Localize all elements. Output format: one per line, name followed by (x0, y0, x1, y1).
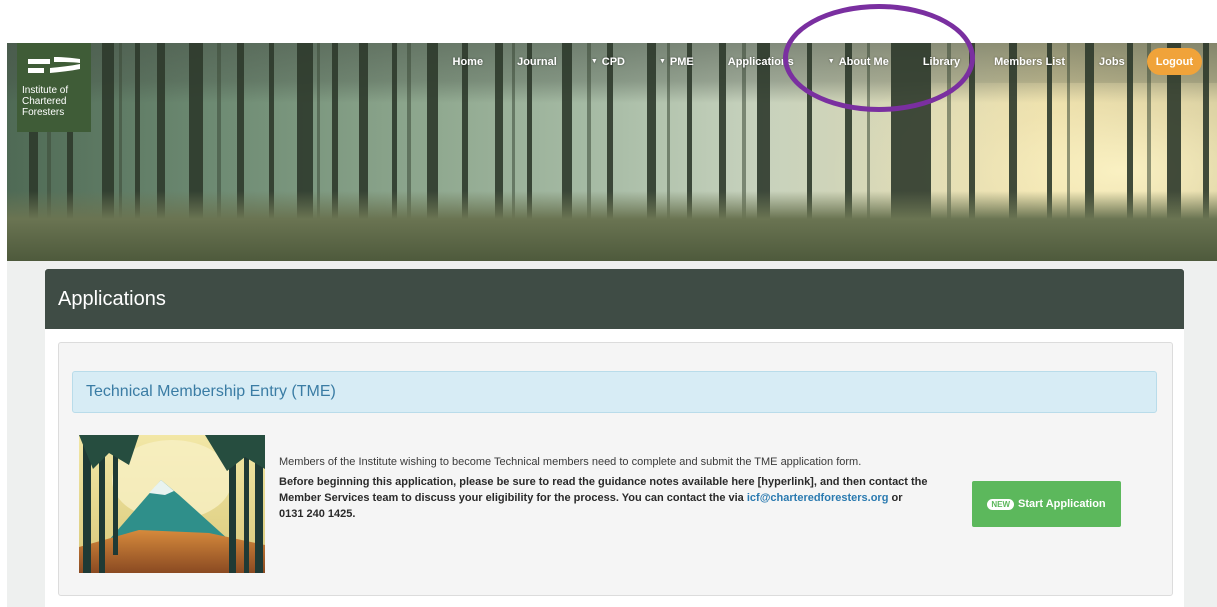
nav-home-label: Home (452, 55, 484, 68)
email-link[interactable]: icf@charteredforesters.org (747, 492, 889, 504)
nav-pme-label: PME (669, 55, 694, 68)
nav-journal[interactable]: Journal (517, 56, 557, 68)
logo-mark-icon (28, 57, 80, 73)
application-description: Members of the Institute wishing to beco… (279, 454, 929, 526)
logo-line-1: Institute of (22, 85, 69, 96)
start-application-label: Start Application (1018, 498, 1106, 510)
new-badge: NEW (987, 498, 1015, 510)
caret-down-icon: ▼ (658, 58, 666, 65)
nav-cpd[interactable]: ▼ CPD (591, 56, 625, 68)
forest-mountain-illustration (79, 435, 265, 573)
logo-line-2: Chartered (22, 96, 67, 107)
nav-cpd-label: CPD (601, 55, 625, 68)
nav-journal-label: Journal (517, 55, 557, 68)
logout-button[interactable]: Logout (1146, 48, 1202, 75)
nav-home[interactable]: Home (453, 56, 484, 68)
logo-text: Institute of Chartered Foresters (22, 85, 92, 118)
icf-logo[interactable]: Institute of Chartered Foresters (17, 43, 91, 132)
intro-text: Members of the Institute wishing to beco… (279, 456, 862, 468)
application-card: Technical Membership Entry (TME) Members… (58, 342, 1173, 596)
forest-mountain-thumbnail (79, 435, 265, 573)
start-application-button[interactable]: NEW Start Application (972, 481, 1121, 527)
logo-line-3: Foresters (22, 107, 65, 118)
nav-jobs-label: Jobs (1099, 55, 1125, 68)
banner-ground (7, 191, 1217, 261)
nav-members-list[interactable]: Members List (994, 56, 1065, 68)
caret-down-icon: ▼ (590, 58, 598, 65)
annotation-circle (783, 4, 975, 112)
nav-pme[interactable]: ▼ PME (659, 56, 694, 68)
page-title: Applications (45, 269, 1184, 329)
section-title: Technical Membership Entry (TME) (72, 371, 1157, 413)
applications-panel: Applications Technical Membership Entry … (45, 269, 1184, 607)
nav-members-list-label: Members List (994, 55, 1066, 68)
nav-jobs[interactable]: Jobs (1099, 56, 1125, 68)
guidance-text: Before beginning this application, pleas… (279, 474, 929, 522)
